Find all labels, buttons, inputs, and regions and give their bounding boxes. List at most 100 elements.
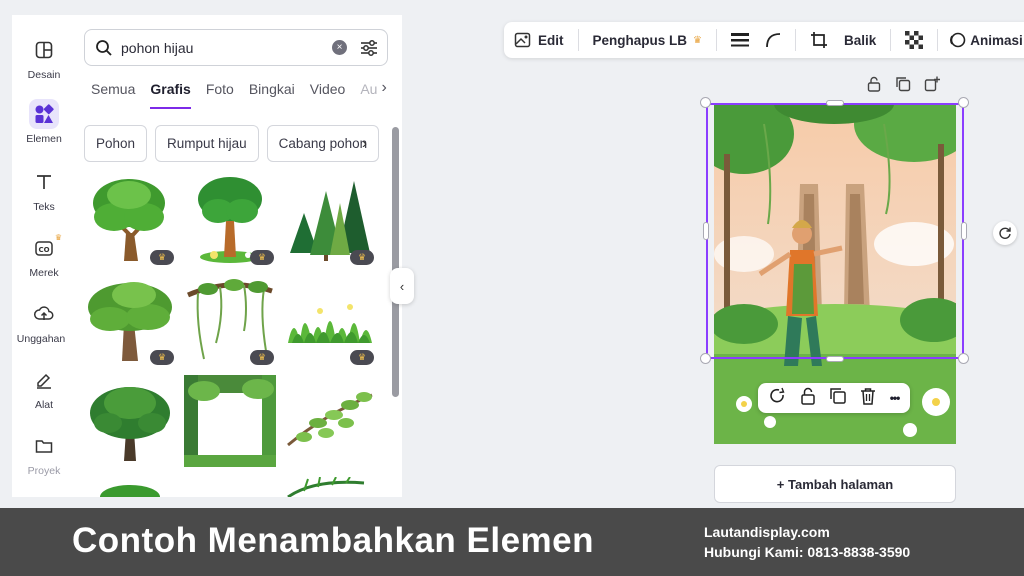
border-style-icon[interactable] [730, 32, 749, 48]
element-context-menu: ••• [758, 383, 910, 413]
tree-graphic[interactable]: ♛ [84, 173, 176, 265]
edit-label: Edit [538, 32, 564, 48]
resize-handle[interactable] [958, 97, 969, 108]
delete-icon[interactable] [860, 387, 876, 410]
resize-handle[interactable] [703, 222, 709, 240]
collapse-panel-button[interactable]: ‹ [390, 268, 414, 304]
forest-frame-graphic[interactable] [184, 375, 276, 467]
tabs-next-button[interactable]: › [381, 79, 386, 109]
corner-rounding-icon[interactable] [765, 32, 781, 48]
regenerate-icon[interactable] [769, 387, 787, 410]
banner-website: Lautandisplay.com [704, 524, 830, 540]
add-page-icon[interactable] [924, 76, 940, 97]
animate-icon [948, 31, 966, 49]
category-tabs: Semua Grafis Foto Bingkai Video Au › [91, 79, 387, 109]
rail-item-design[interactable]: Desain [12, 35, 76, 95]
tab-bingkai[interactable]: Bingkai [249, 81, 295, 109]
chip-rumput-hijau[interactable]: Rumput hijau [155, 125, 259, 162]
banner-contact: Hubungi Kami: 0813-8838-3590 [704, 544, 911, 560]
tab-video[interactable]: Video [310, 81, 346, 109]
duplicate-icon[interactable] [895, 76, 911, 97]
rail-label: Unggahan [16, 333, 66, 345]
tab-grafis[interactable]: Grafis [150, 81, 191, 109]
bg-remover-button[interactable]: Penghapus LB ♛ [593, 33, 702, 48]
tab-foto[interactable]: Foto [206, 81, 234, 109]
tab-audio[interactable]: Au [360, 81, 377, 109]
more-options-button[interactable]: ••• [890, 391, 901, 405]
chips-next-button[interactable]: › [362, 135, 367, 152]
palm-leaf-graphic[interactable] [284, 477, 376, 497]
folder-icon [29, 431, 59, 461]
rail-label: Teks [33, 201, 55, 213]
crown-icon: ♛ [54, 233, 62, 242]
rotate-icon[interactable] [993, 221, 1017, 245]
rail-label: Desain [27, 69, 61, 81]
tree-graphic[interactable]: ♛ [84, 273, 176, 365]
rail-item-tools[interactable]: Alat [12, 365, 76, 425]
premium-badge: ♛ [350, 250, 374, 265]
lock-icon[interactable] [800, 387, 816, 410]
resize-handle[interactable] [700, 353, 711, 364]
rail-label: Elemen [26, 133, 62, 145]
search-input[interactable]: pohon hijau × [84, 29, 388, 66]
draw-icon [29, 365, 59, 395]
search-value: pohon hijau [121, 39, 194, 56]
toolbar-divider [890, 29, 892, 51]
crop-icon[interactable] [810, 31, 828, 49]
svg-text:CO: CO [38, 246, 49, 254]
element-quick-actions [866, 76, 940, 97]
resize-handle[interactable] [826, 100, 844, 106]
banner-title: Contoh Menambahkan Elemen [72, 521, 595, 560]
edit-image-icon [514, 31, 532, 49]
upload-icon [29, 299, 59, 329]
chip-pohon[interactable]: Pohon [84, 125, 148, 162]
context-toolbar: Edit Penghapus LB ♛ Balik Animasi [504, 22, 1024, 58]
transparency-icon[interactable] [905, 31, 924, 49]
bg-remover-label: Penghapus LB [592, 32, 688, 48]
premium-badge: ♛ [150, 350, 174, 365]
rail-label: Proyek [27, 465, 61, 477]
elements-icon [29, 99, 59, 129]
flip-button[interactable]: Balik [844, 33, 876, 48]
resize-handle[interactable] [700, 97, 711, 108]
resize-handle[interactable] [826, 356, 844, 362]
selection-box[interactable] [706, 103, 964, 359]
rail-item-uploads[interactable]: Unggahan [12, 299, 76, 359]
premium-badge: ♛ [250, 250, 274, 265]
tree-graphic[interactable]: ♛ [184, 173, 276, 265]
add-page-button[interactable]: + Tambah halaman [714, 465, 956, 503]
rail-item-elements[interactable]: Elemen [12, 99, 76, 159]
elements-panel: pohon hijau × Semua Grafis Foto Bingkai … [76, 15, 402, 497]
resize-handle[interactable] [961, 222, 967, 240]
clear-search-button[interactable]: × [332, 40, 347, 55]
panel-scrollbar[interactable] [392, 127, 399, 397]
animate-button[interactable]: Animasi [948, 31, 1023, 49]
vines-graphic[interactable]: ♛ [184, 273, 276, 365]
side-rail: Desain Elemen Teks CO ♛ Merek Unggahan A… [12, 15, 76, 497]
tree-graphic[interactable] [84, 375, 176, 467]
suggestion-chips: Pohon Rumput hijau Cabang pohon [84, 125, 380, 162]
tab-semua[interactable]: Semua [91, 81, 135, 109]
crown-icon: ♛ [693, 34, 702, 46]
lock-icon[interactable] [866, 76, 882, 97]
rail-item-projects[interactable]: Proyek [12, 431, 76, 491]
pine-trees-graphic[interactable]: ♛ [284, 173, 376, 265]
edit-image-button[interactable]: Edit [514, 31, 564, 49]
rail-item-brand[interactable]: CO ♛ Merek [12, 233, 76, 293]
tree-graphic[interactable] [84, 477, 176, 497]
premium-badge: ♛ [250, 350, 274, 365]
search-icon [95, 39, 113, 62]
branch-graphic[interactable] [284, 375, 376, 467]
animate-label: Animasi [970, 32, 1023, 48]
grass-graphic[interactable]: ♛ [284, 273, 376, 365]
premium-badge: ♛ [350, 350, 374, 365]
premium-badge: ♛ [150, 250, 174, 265]
toolbar-divider [794, 29, 796, 51]
rail-label: Alat [34, 399, 54, 411]
toolbar-divider [715, 29, 717, 51]
duplicate-icon[interactable] [829, 387, 847, 410]
rail-label: Merek [29, 267, 59, 279]
rail-item-text[interactable]: Teks [12, 167, 76, 227]
resize-handle[interactable] [958, 353, 969, 364]
filter-icon[interactable] [359, 39, 379, 57]
